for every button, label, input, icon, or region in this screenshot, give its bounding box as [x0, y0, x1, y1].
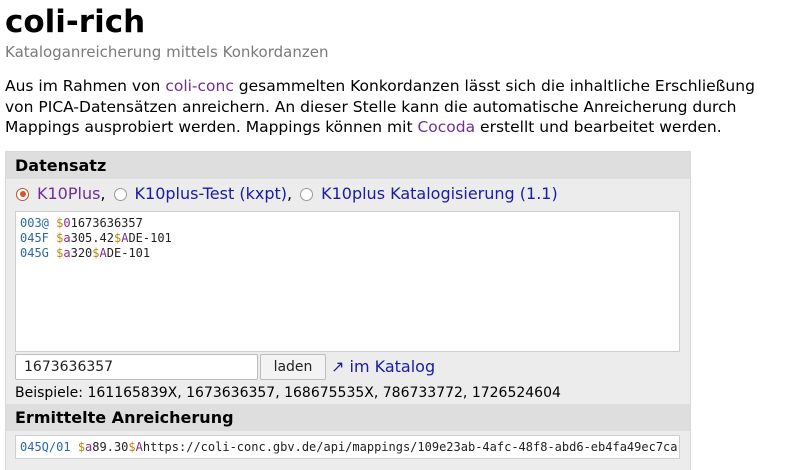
page-subtitle: Kataloganreicherung mittels Konkordanzen	[5, 43, 329, 61]
record-section-header: Datensatz	[6, 152, 690, 179]
intro-text-3: erstellt und bearbeitet werden.	[475, 118, 722, 136]
record-section-heading: Datensatz	[15, 156, 107, 175]
examples-line: Beispiele: 161165839X, 1673636357, 16867…	[15, 384, 561, 402]
external-link-icon: ↗	[331, 357, 345, 376]
pica-line: 003@ $01673636357	[20, 216, 143, 230]
pica-subfield-code: 0	[63, 216, 71, 230]
pica-line: 045F $a305.42$ADE-101	[20, 231, 172, 245]
radio-k10plus-label[interactable]: K10Plus	[37, 183, 100, 205]
radio-k10plus-katalogisierung-label[interactable]: K10plus Katalogisierung (1.1)	[321, 183, 558, 205]
pica-line: 045G $a320$ADE-101	[20, 246, 151, 260]
radio-separator: ,	[287, 184, 293, 203]
pica-tag: 045Q/01	[20, 440, 71, 454]
pica-subfield-code: a	[63, 246, 71, 260]
intro-paragraph: Aus im Rahmen von coli-conc gesammelten …	[5, 76, 785, 138]
radio-separator: ,	[100, 184, 106, 203]
pica-subfield-value: 1673636357	[70, 216, 143, 230]
radio-k10plus-test[interactable]	[113, 187, 127, 201]
pica-subfield-value: 89.30	[92, 440, 129, 454]
catalog-link[interactable]: ↗ im Katalog	[331, 357, 435, 377]
pica-subfield-value: DE-101	[106, 246, 151, 260]
pica-subfield-value: DE-101	[128, 231, 172, 245]
ppn-input[interactable]	[15, 354, 258, 380]
catalog-link-label: im Katalog	[349, 357, 436, 376]
enrichment-panel: Datensatz K10Plus, K10plus-Test (kxpt), …	[5, 151, 691, 470]
result-section-header: Ermittelte Anreicherung	[6, 404, 690, 431]
pica-subfield-code: A	[135, 440, 143, 454]
catalog-source-radio-group: K10Plus, K10plus-Test (kxpt), K10plus Ka…	[16, 182, 558, 206]
pica-tag: 045F	[20, 231, 49, 245]
examples-label: Beispiele:	[15, 385, 84, 401]
pica-subfield-value: https://coli-conc.gbv.de/api/mappings/10…	[142, 440, 678, 454]
pica-subfield-code: A	[99, 246, 107, 260]
enrichment-result: 045Q/01 $a89.30$Ahttps://coli-conc.gbv.d…	[15, 435, 680, 459]
radio-k10plus-test-label[interactable]: K10plus-Test (kxpt)	[135, 183, 287, 205]
radio-k10plus-katalogisierung[interactable]	[300, 187, 314, 201]
pica-subfield-code: a	[63, 231, 71, 245]
pica-tag: 003@	[20, 216, 49, 230]
radio-k10plus[interactable]	[16, 187, 29, 201]
pica-record-editor[interactable]: 003@ $01673636357 045F $a305.42$ADE-101 …	[15, 211, 680, 352]
pica-subfield-value: 320	[70, 246, 93, 260]
pica-tag: 045G	[20, 246, 49, 260]
coli-conc-link[interactable]: coli-conc	[165, 77, 234, 95]
examples-list: 161165839X, 1673636357, 168675535X, 7867…	[87, 385, 561, 401]
page-title: coli-rich	[5, 4, 146, 40]
load-button[interactable]: laden	[260, 354, 326, 380]
pica-subfield-value: 305.42	[70, 231, 114, 245]
intro-text-1: Aus im Rahmen von	[5, 77, 166, 95]
cocoda-link[interactable]: Cocoda	[417, 118, 475, 136]
result-section-heading: Ermittelte Anreicherung	[15, 408, 234, 427]
